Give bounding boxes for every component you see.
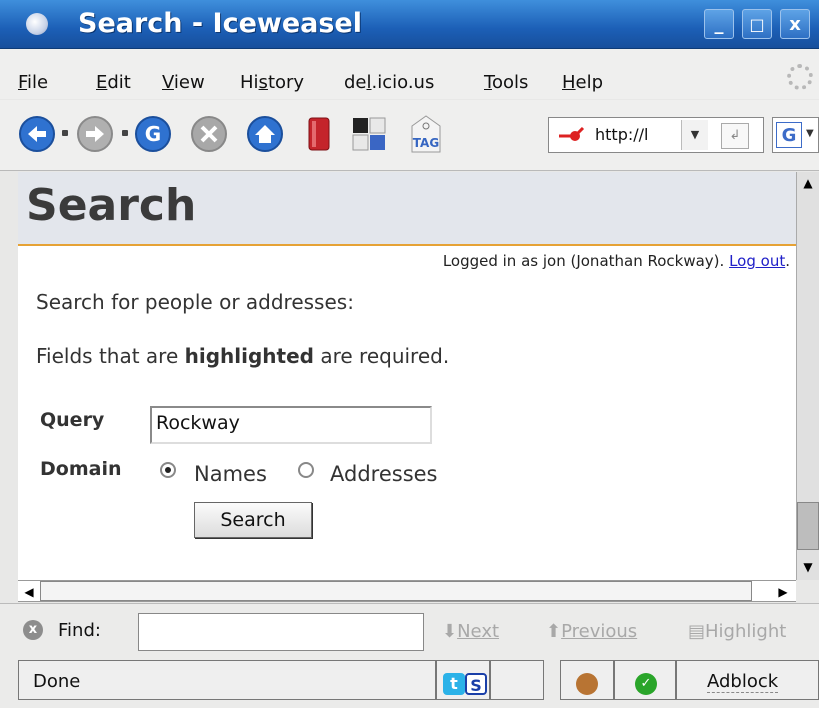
url-text[interactable]: http://l <box>595 125 675 144</box>
domain-label: Domain <box>40 458 122 480</box>
forward-history-dropdown[interactable] <box>122 130 128 136</box>
logout-suffix: . <box>785 252 790 270</box>
window-title: Search - Iceweasel <box>78 8 363 39</box>
bookmarks-book-icon[interactable] <box>306 116 332 152</box>
query-label: Query <box>40 409 105 431</box>
horizontal-scrollbar[interactable]: ◀ ▶ <box>18 580 796 602</box>
find-bar: x Find: ⬇Next ⬆Previous ▤Highlight <box>0 603 819 656</box>
menu-history[interactable]: History <box>240 72 304 93</box>
scroll-left-arrow-icon[interactable]: ◀ <box>18 581 40 603</box>
greasemonkey-cell <box>560 660 614 700</box>
highlight-button[interactable]: ▤Highlight <box>688 621 786 642</box>
url-bar[interactable]: http://l ▼ ↲ <box>548 117 764 153</box>
activity-throbber-icon <box>787 64 813 90</box>
highlight-icon: ▤ <box>688 621 706 642</box>
find-input[interactable] <box>138 613 424 651</box>
title-bar[interactable]: Search - Iceweasel _ □ x <box>0 0 819 49</box>
adblock-label[interactable]: Adblock <box>707 671 779 693</box>
google-reload-icon[interactable]: G <box>134 115 172 153</box>
required-note: Fields that are highlighted are required… <box>36 344 450 368</box>
svg-text:G: G <box>145 122 161 146</box>
status-message-cell: Done <box>18 660 436 700</box>
menu-view[interactable]: View <box>162 72 205 93</box>
menu-bar: File Edit View History del.icio.us Tools… <box>0 49 819 99</box>
security-cell: ✓ <box>614 660 676 700</box>
find-previous-button[interactable]: ⬆Previous <box>546 621 637 642</box>
google-engine-icon: G <box>776 122 802 148</box>
close-button[interactable]: x <box>780 9 810 39</box>
find-next-button[interactable]: ⬇Next <box>442 621 499 642</box>
menu-file[interactable]: File <box>18 72 48 93</box>
status-bar: Done t S ✓ Adblock <box>0 656 819 708</box>
page-header: Search <box>18 172 796 246</box>
horizontal-scroll-thumb[interactable] <box>40 581 752 601</box>
go-button[interactable]: ↲ <box>721 123 749 149</box>
scroll-right-arrow-icon[interactable]: ▶ <box>772 581 794 603</box>
menu-help[interactable]: Help <box>562 72 603 93</box>
browser-window: Search - Iceweasel _ □ x File Edit View … <box>0 0 819 708</box>
forward-arrow-icon[interactable] <box>76 115 114 153</box>
home-icon[interactable] <box>246 115 284 153</box>
page-title: Search <box>26 180 197 231</box>
login-status: Logged in as jon (Jonathan Rockway). Log… <box>443 252 790 270</box>
radio-names[interactable] <box>160 462 176 478</box>
page-content: Search Logged in as jon (Jonathan Rockwa… <box>18 172 796 580</box>
greasemonkey-icon[interactable] <box>576 673 598 695</box>
check-icon[interactable]: ✓ <box>635 673 657 695</box>
radio-addresses-label[interactable]: Addresses <box>330 462 438 486</box>
menu-delicious[interactable]: del.icio.us <box>344 72 434 93</box>
svg-text:TAG: TAG <box>413 136 439 150</box>
delicious-favicon-icon <box>557 124 585 146</box>
radio-names-label[interactable]: Names <box>194 462 267 486</box>
status-extensions-cell: t S <box>436 660 490 700</box>
login-text: Logged in as jon (Jonathan Rockway). <box>442 252 730 270</box>
scroll-up-arrow-icon[interactable]: ▲ <box>797 172 819 194</box>
search-button[interactable]: Search <box>194 502 312 538</box>
find-label: Find: <box>58 620 101 641</box>
search-engine-box[interactable]: G ▼ <box>772 117 819 153</box>
minimize-button[interactable]: _ <box>704 9 734 39</box>
engine-dropdown-icon[interactable]: ▼ <box>806 128 814 139</box>
menu-tools[interactable]: Tools <box>484 72 528 93</box>
vertical-scrollbar[interactable]: ▲ ▼ <box>796 172 819 580</box>
maximize-button[interactable]: □ <box>742 9 772 39</box>
tag-icon[interactable]: TAG <box>408 114 444 154</box>
query-input[interactable]: Rockway <box>150 406 432 444</box>
back-arrow-icon[interactable] <box>18 115 56 153</box>
down-arrow-icon: ⬇ <box>442 621 458 642</box>
back-history-dropdown[interactable] <box>62 130 68 136</box>
vertical-scroll-thumb[interactable] <box>797 502 819 550</box>
s-extension-icon[interactable]: S <box>465 673 487 695</box>
up-arrow-icon: ⬆ <box>546 621 562 642</box>
logout-link[interactable]: Log out <box>729 252 785 270</box>
screen-grab-icon[interactable] <box>352 117 386 151</box>
adblock-cell[interactable]: Adblock <box>676 660 819 700</box>
menu-edit[interactable]: Edit <box>96 72 131 93</box>
iceweasel-logo-icon <box>26 13 48 35</box>
find-close-icon[interactable]: x <box>23 620 43 640</box>
url-history-dropdown[interactable]: ▼ <box>681 120 708 150</box>
status-text: Done <box>33 671 81 692</box>
stop-icon[interactable] <box>190 115 228 153</box>
status-empty-cell <box>490 660 544 700</box>
scroll-down-arrow-icon[interactable]: ▼ <box>797 556 819 578</box>
intro-text: Search for people or addresses: <box>36 290 354 314</box>
twitter-icon[interactable]: t <box>443 673 465 695</box>
radio-addresses[interactable] <box>298 462 314 478</box>
